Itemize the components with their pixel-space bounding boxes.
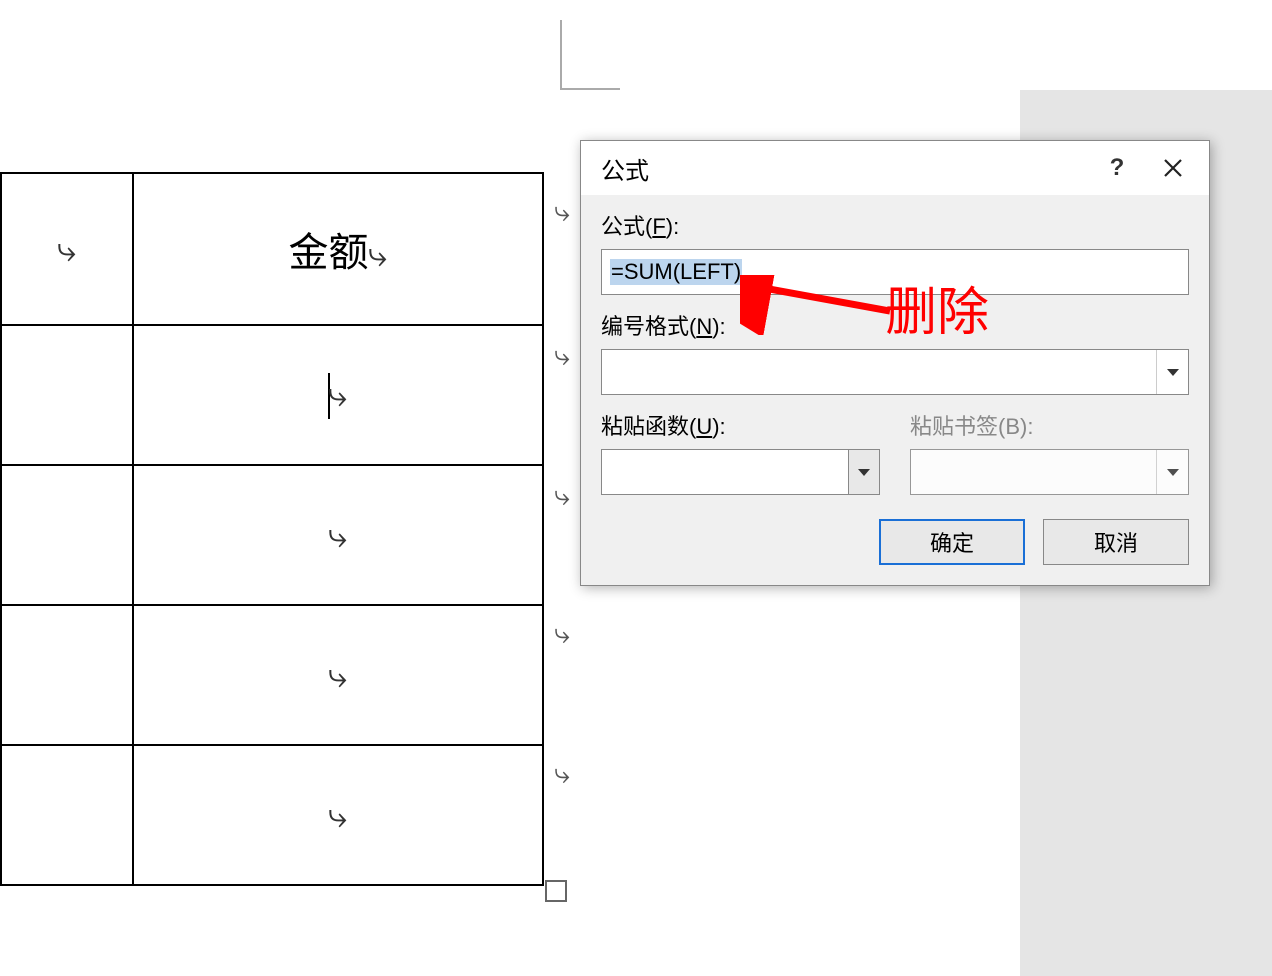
paragraph-mark-icon: ⤶ xyxy=(57,231,76,270)
row-end-mark-icon: ⤶ xyxy=(554,618,570,651)
annotation-delete-label: 删除 xyxy=(885,270,989,345)
dialog-titlebar[interactable]: 公式 ? xyxy=(581,141,1209,195)
paste-bookmark-label: 粘贴书签(B): xyxy=(910,409,1189,441)
number-format-dropdown-button[interactable] xyxy=(1156,350,1188,394)
table-cell-active[interactable]: ⤶ xyxy=(133,325,543,465)
table-resize-handle[interactable] xyxy=(545,880,567,902)
ok-button-label: 确定 xyxy=(930,526,974,558)
chevron-down-icon xyxy=(1167,369,1179,376)
table-cell[interactable]: ⤶ xyxy=(133,605,543,745)
close-button[interactable] xyxy=(1145,148,1201,188)
table-cell[interactable] xyxy=(1,325,133,465)
table-cell[interactable]: ⤶ xyxy=(1,173,133,325)
paragraph-mark-icon: ⤶ xyxy=(328,797,347,836)
number-format-value xyxy=(602,350,1156,394)
paste-function-combo[interactable] xyxy=(601,449,880,495)
close-icon xyxy=(1163,158,1183,178)
paragraph-mark-icon: ⤶ xyxy=(328,517,347,556)
chevron-down-icon xyxy=(1167,469,1179,476)
paste-function-dropdown-button[interactable] xyxy=(848,449,880,495)
formula-dialog: 公式 ? 公式(F): =SUM(LEFT) 编号格式(N): xyxy=(580,140,1210,586)
table-cell[interactable]: ⤶ xyxy=(133,745,543,885)
cancel-button[interactable]: 取消 xyxy=(1043,519,1189,565)
formula-label: 公式(F): xyxy=(601,209,1189,241)
table-cell[interactable] xyxy=(1,465,133,605)
table-header-label: 金额 xyxy=(288,231,368,275)
paste-function-value xyxy=(601,449,848,495)
document-table: ⤶ 金额⤶ ⤶ ⤶ ⤶ ⤶ xyxy=(0,172,544,886)
help-icon: ? xyxy=(1110,154,1125,182)
dialog-title: 公式 xyxy=(601,151,1089,186)
paste-function-label: 粘贴函数(U): xyxy=(601,409,880,441)
paragraph-mark-icon: ⤶ xyxy=(368,236,387,275)
number-format-combo[interactable] xyxy=(601,349,1189,395)
table-cell[interactable]: ⤶ xyxy=(133,465,543,605)
page-corner-mark xyxy=(560,20,620,90)
paste-bookmark-dropdown-button[interactable] xyxy=(1156,450,1188,494)
paste-bookmark-value xyxy=(911,450,1156,494)
table-cell[interactable] xyxy=(1,745,133,885)
table-header-amount[interactable]: 金额⤶ xyxy=(133,173,543,325)
paragraph-mark-icon: ⤶ xyxy=(328,657,347,696)
paste-bookmark-combo[interactable] xyxy=(910,449,1189,495)
help-button[interactable]: ? xyxy=(1089,148,1145,188)
cancel-button-label: 取消 xyxy=(1094,526,1138,558)
table-cell[interactable] xyxy=(1,605,133,745)
ok-button[interactable]: 确定 xyxy=(879,519,1025,565)
chevron-down-icon xyxy=(858,469,870,476)
row-end-mark-icon: ⤶ xyxy=(554,480,570,513)
formula-input-value: =SUM(LEFT) xyxy=(610,259,742,285)
row-end-mark-icon: ⤶ xyxy=(554,758,570,791)
row-end-mark-icon: ⤶ xyxy=(554,340,570,373)
paragraph-mark-icon: ⤶ xyxy=(328,376,347,415)
row-end-mark-icon: ⤶ xyxy=(554,196,570,229)
